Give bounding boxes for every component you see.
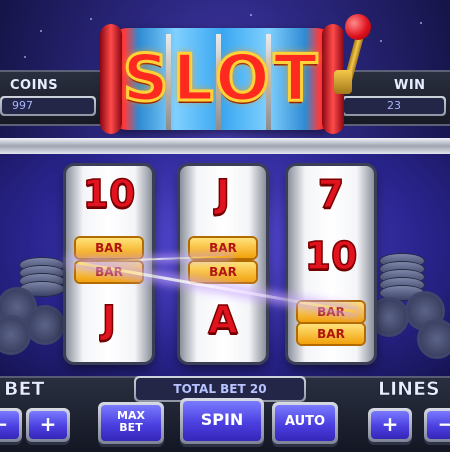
max-bet-label-line2: BET xyxy=(119,421,143,434)
total-bet-value: TOTAL BET 20 xyxy=(136,378,304,400)
reel-2-symbol-ace: A xyxy=(208,297,239,343)
spin-button[interactable]: SPIN xyxy=(180,398,264,444)
auto-label: AUTO xyxy=(275,405,335,441)
slot-logo-title: SLOT xyxy=(121,41,322,118)
reel-1-symbol-ten: 10 xyxy=(82,171,136,217)
lever-base xyxy=(334,70,352,94)
coins-value: 997 xyxy=(2,98,94,114)
spin-label: SPIN xyxy=(183,401,261,441)
minus-icon: − xyxy=(427,411,450,439)
lines-label: LINES xyxy=(378,378,440,401)
bet-label: BET xyxy=(4,378,45,401)
coins-panel: COINS 997 xyxy=(0,74,96,120)
reel-1-symbol-bar: BAR xyxy=(76,238,142,258)
minus-icon: − xyxy=(0,411,19,439)
lines-increase-button[interactable]: + xyxy=(368,408,412,442)
reel-3-symbol-bar: BAR xyxy=(298,324,364,344)
reel-2-symbol-bar: BAR xyxy=(190,262,256,282)
reel-2: J BAR BAR A xyxy=(180,166,266,362)
auto-button[interactable]: AUTO xyxy=(272,402,338,444)
win-display: 23 xyxy=(342,96,446,116)
reel-3-symbol-ten: 10 xyxy=(304,233,358,279)
reel-1-symbol-jack: J xyxy=(101,297,117,343)
plus-icon: + xyxy=(371,411,409,439)
reel-2-symbol-jack: J xyxy=(215,171,231,217)
bet-decrease-button[interactable]: − xyxy=(0,408,22,442)
reel-3: 7 10 BAR BAR xyxy=(288,166,374,362)
win-value: 23 xyxy=(344,98,444,114)
coins-label: COINS xyxy=(10,78,59,93)
win-panel: WIN 23 xyxy=(342,74,450,120)
lever-knob-icon[interactable] xyxy=(345,14,371,40)
win-label: WIN xyxy=(394,78,426,93)
coins-display: 997 xyxy=(0,96,96,116)
lines-decrease-button[interactable]: − xyxy=(424,408,450,442)
chrome-divider xyxy=(0,138,450,154)
plus-icon: + xyxy=(29,411,67,439)
max-bet-button[interactable]: MAX BET xyxy=(98,402,164,444)
bet-increase-button[interactable]: + xyxy=(26,408,70,442)
max-bet-label: MAX BET xyxy=(101,405,161,441)
reel-3-symbol-seven: 7 xyxy=(317,171,345,217)
